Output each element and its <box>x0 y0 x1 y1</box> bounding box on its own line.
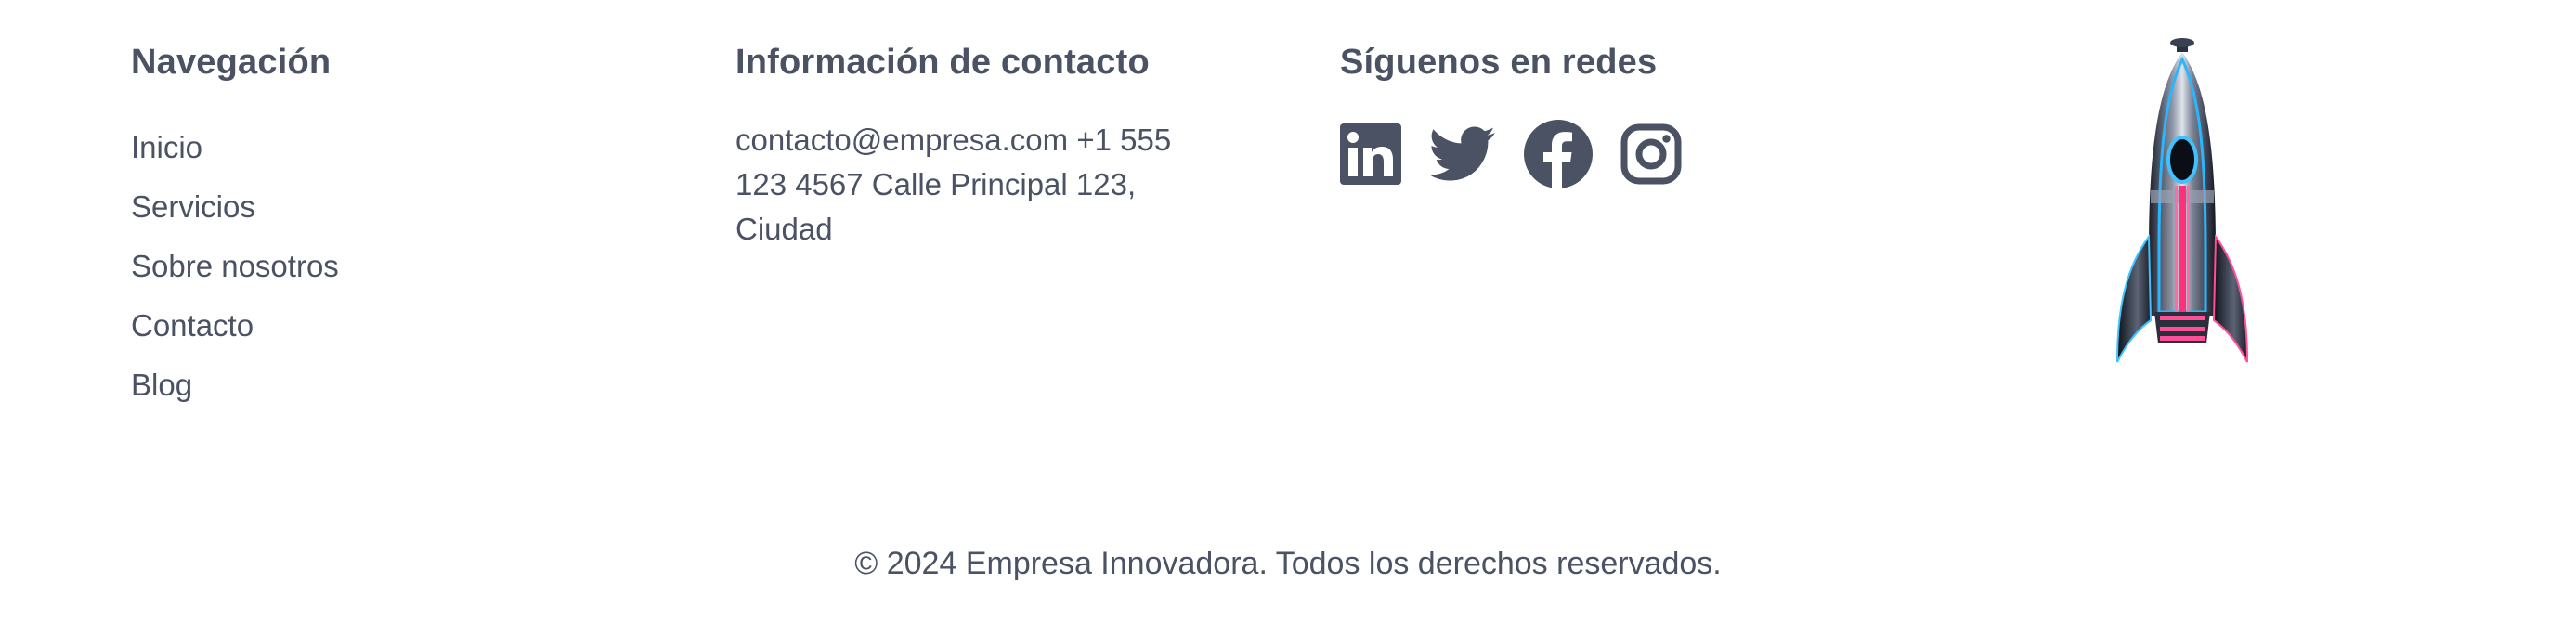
twitter-link[interactable] <box>1429 125 1496 183</box>
navigation-section: Navegación Inicio Servicios Sobre nosotr… <box>131 43 339 415</box>
navigation-heading: Navegación <box>131 43 332 82</box>
twitter-icon <box>1429 126 1495 181</box>
social-icons <box>1340 120 1710 188</box>
nav-item-servicios: Servicios <box>131 177 339 237</box>
nav-item-inicio: Inicio <box>131 118 339 177</box>
contact-heading: Información de contacto <box>735 43 1150 82</box>
facebook-link[interactable] <box>1524 120 1593 188</box>
linkedin-icon <box>1340 123 1401 185</box>
social-heading: Síguenos en redes <box>1340 43 1658 82</box>
linkedin-link[interactable] <box>1340 123 1401 185</box>
nav-item-sobre-nosotros: Sobre nosotros <box>131 237 339 296</box>
nav-item-blog: Blog <box>131 356 339 415</box>
contact-section: Información de contacto contacto@empresa… <box>735 43 1218 252</box>
nav-link-servicios[interactable]: Servicios <box>131 189 255 224</box>
nav-item-contacto: Contacto <box>131 296 339 356</box>
facebook-icon <box>1524 120 1593 188</box>
nav-link-blog[interactable]: Blog <box>131 368 192 402</box>
nav-link-inicio[interactable]: Inicio <box>131 130 202 164</box>
instagram-link[interactable] <box>1620 123 1682 185</box>
social-section: Síguenos en redes <box>1340 43 1710 188</box>
navigation-list: Inicio Servicios Sobre nosotros Contacto… <box>131 118 339 415</box>
contact-details: contacto@empresa.com +1 555 123 4567 Cal… <box>735 123 1172 246</box>
nav-link-sobre-nosotros[interactable]: Sobre nosotros <box>131 249 339 283</box>
instagram-icon <box>1620 123 1682 185</box>
footer-copyright: © 2024 Empresa Innovadora. Todos los der… <box>854 546 1722 581</box>
nav-link-contacto[interactable]: Contacto <box>131 308 254 343</box>
rocket-image <box>2116 38 2248 363</box>
